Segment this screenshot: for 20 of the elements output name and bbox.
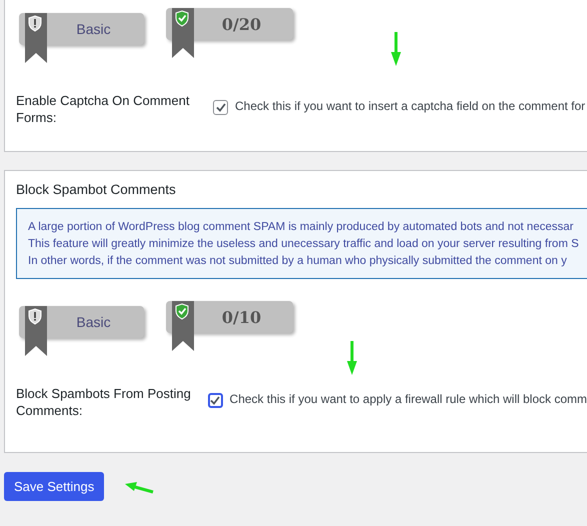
arrow-annotation-icon	[125, 482, 155, 494]
info-text: This feature will greatly minimize the useless and unecessary traffic and load on your server resulting from S	[28, 237, 579, 252]
save-settings-button[interactable]: Save Settings	[4, 472, 104, 501]
ribbon-shield-icon	[172, 8, 194, 58]
arrow-annotation-icon	[391, 32, 401, 66]
badge-label: Basic	[76, 21, 111, 37]
badge-label: Basic	[76, 314, 111, 330]
option-label: Enable Captcha On Comment Forms:	[16, 92, 190, 126]
badge-score: 0/10	[222, 308, 262, 326]
option-description: Check this if you want to apply a firewall rule which will block comm	[230, 392, 587, 406]
info-text: In other words, if the comment was not submitted by a human who physically submitted the comment on y	[28, 254, 567, 269]
option-description: Check this if you want to insert a captcha field on the comment for	[235, 99, 586, 113]
ribbon-shield-icon	[25, 13, 47, 63]
info-text: A large portion of WordPress blog comment SPAM is mainly produced by automated bots and not necessar	[28, 220, 574, 235]
section-title: Block Spambot Comments	[16, 181, 176, 199]
ribbon-shield-icon	[25, 306, 47, 356]
badge-score: 0/20	[222, 14, 262, 34]
arrow-annotation-icon	[347, 341, 357, 375]
ribbon-shield-icon	[172, 301, 194, 351]
option-label: Block Spambots From Posting Comments:	[16, 385, 192, 419]
